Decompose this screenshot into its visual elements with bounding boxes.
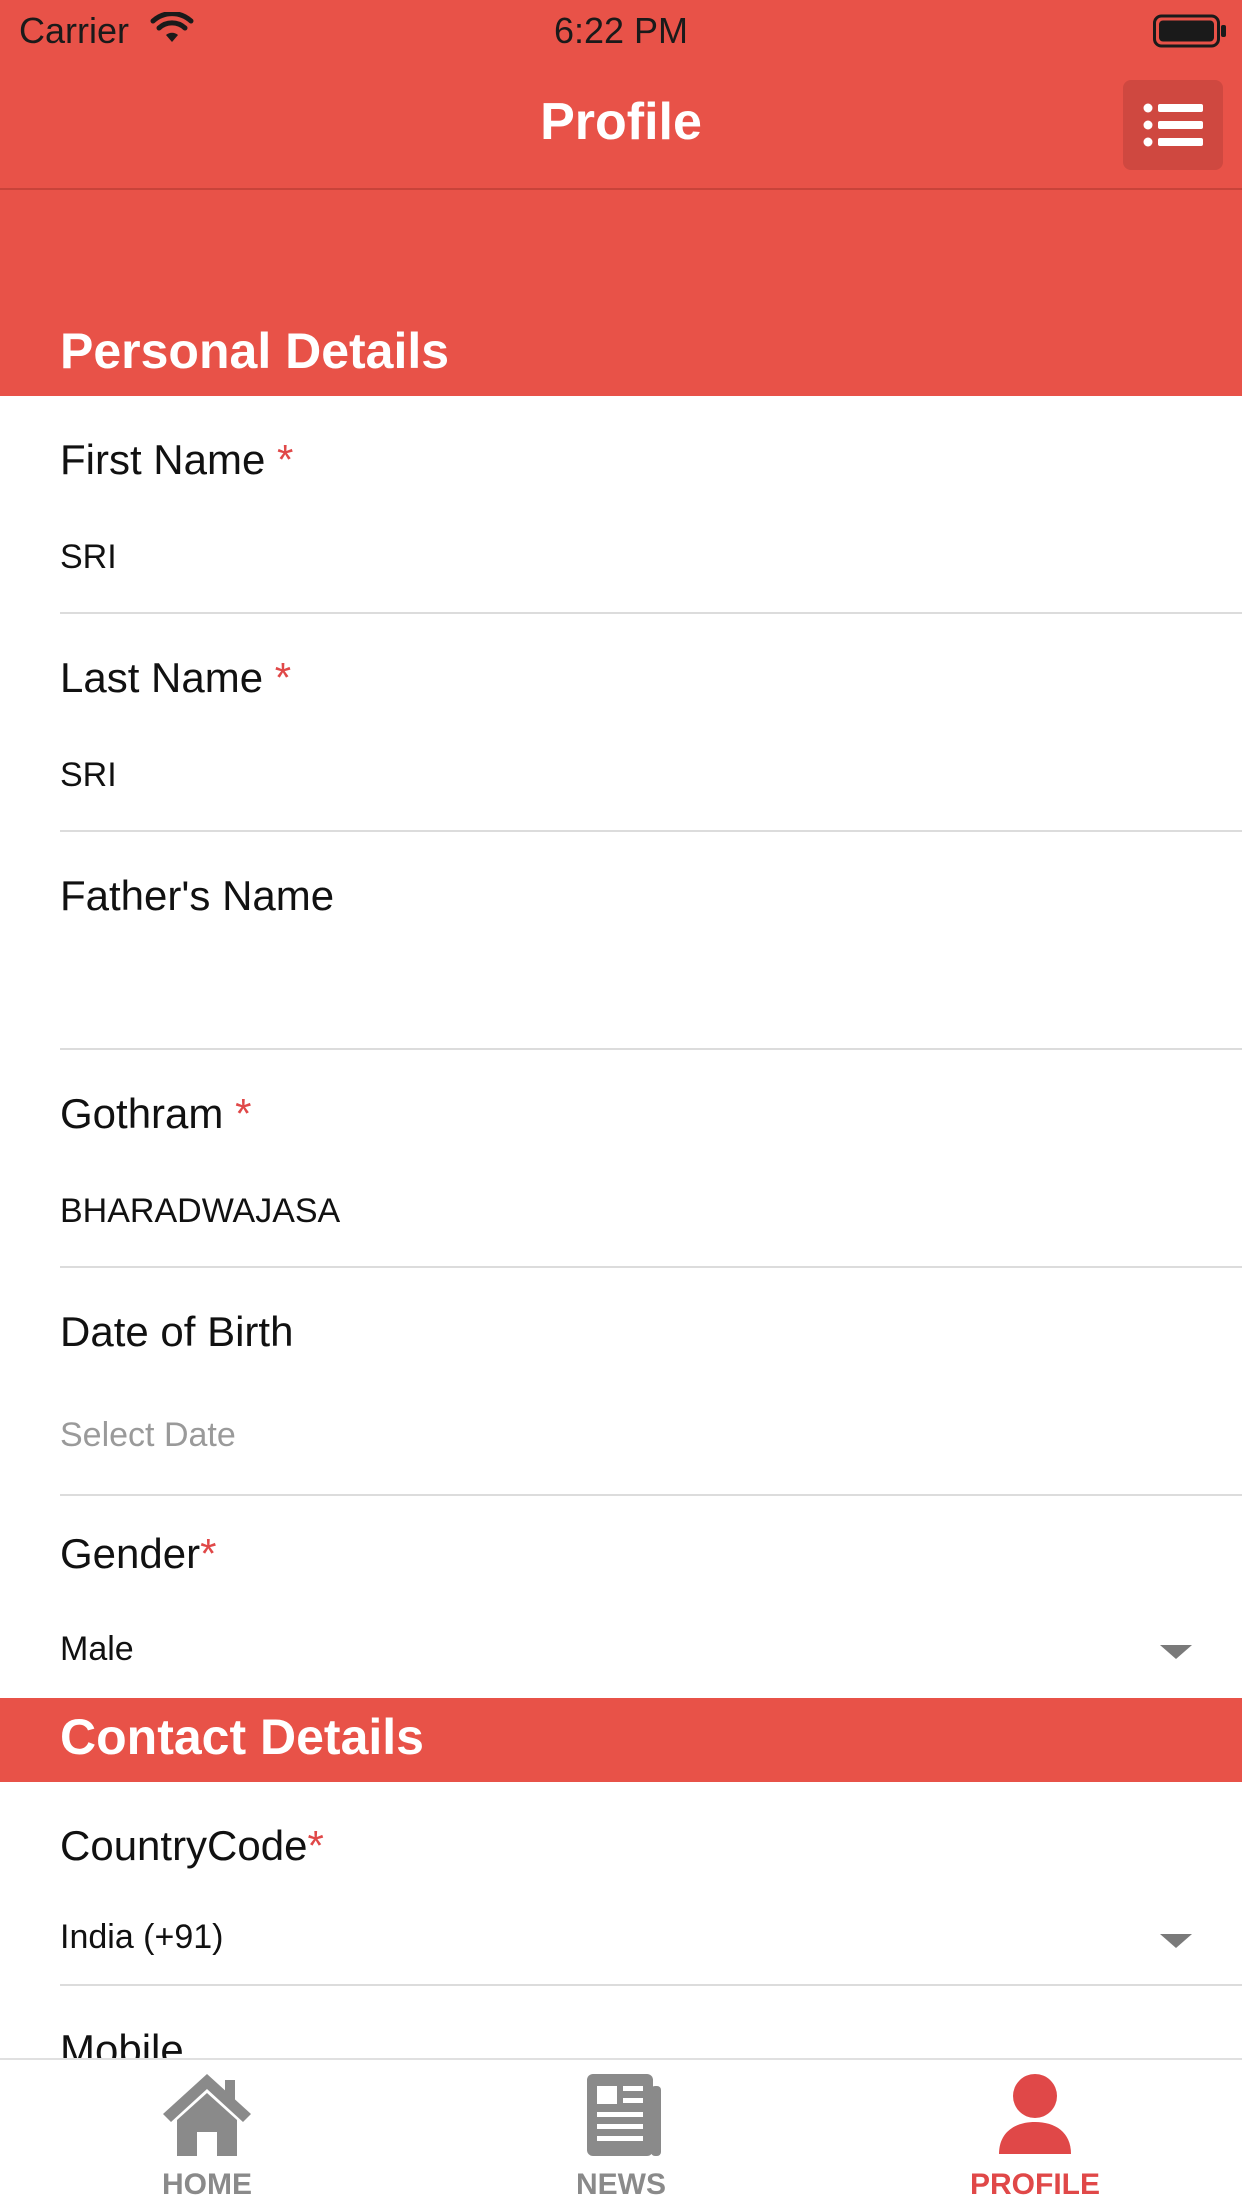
status-time: 6:22 PM — [553, 10, 689, 51]
last-name-input[interactable]: SRI — [60, 756, 117, 795]
country-code-field[interactable]: CountryCode* India (+91) — [60, 1782, 1242, 1986]
tab-profile[interactable]: PROFILE — [828, 2060, 1242, 2208]
first-name-input[interactable]: SRI — [60, 538, 117, 577]
gothram-field[interactable]: Gothram * BHARADWAJASA — [60, 1050, 1242, 1268]
list-icon — [1143, 103, 1203, 147]
gender-field[interactable]: Gender* Male — [60, 1498, 1242, 1698]
required-marker: * — [274, 654, 292, 701]
fathers-name-field[interactable]: Father's Name — [60, 832, 1242, 1050]
dob-field[interactable]: Date of Birth Select Date — [60, 1268, 1242, 1498]
tab-profile-label: PROFILE — [969, 2168, 1100, 2201]
gothram-label: Gothram * — [60, 1090, 252, 1137]
tab-home[interactable]: HOME — [0, 2060, 414, 2208]
contact-details-header: Contact Details — [0, 1698, 1242, 1782]
required-marker: * — [307, 1822, 324, 1869]
gender-select[interactable]: Male — [60, 1630, 134, 1669]
first-name-field[interactable]: First Name * SRI — [60, 396, 1242, 614]
fathers-name-label: Father's Name — [60, 872, 335, 919]
menu-button[interactable] — [1123, 80, 1223, 170]
personal-details-header: Personal Details — [0, 190, 1242, 396]
status-bar: Carrier 6:22 PM — [0, 0, 1242, 62]
tab-bar: HOME NEWS PROFILE — [0, 2058, 1242, 2208]
field-divider — [60, 1494, 1242, 1496]
chevron-down-icon[interactable] — [1160, 1645, 1192, 1659]
last-name-field[interactable]: Last Name * SRI — [60, 614, 1242, 832]
mobile-label: Mobile — [60, 2026, 184, 2058]
tab-news-label: NEWS — [576, 2168, 666, 2201]
gothram-input[interactable]: BHARADWAJASA — [60, 1192, 340, 1231]
section-title-personal: Personal Details — [60, 323, 450, 379]
mobile-field[interactable]: Mobile — [60, 1986, 1242, 2058]
country-code-label: CountryCode* — [60, 1822, 324, 1869]
required-marker: * — [277, 436, 294, 483]
first-name-label: First Name * — [60, 436, 294, 483]
last-name-label: Last Name * — [60, 654, 292, 701]
nav-bar: Profile — [0, 62, 1242, 190]
dob-select-date[interactable]: Select Date — [60, 1416, 236, 1455]
required-marker: * — [235, 1090, 252, 1137]
chevron-down-icon[interactable] — [1160, 1934, 1192, 1948]
battery-icon — [1153, 14, 1226, 48]
tab-home-label: HOME — [162, 2168, 252, 2201]
page-title: Profile — [540, 93, 702, 151]
section-title-contact: Contact Details — [60, 1709, 424, 1765]
profile-icon — [999, 2074, 1071, 2154]
gender-label: Gender* — [60, 1530, 217, 1577]
required-marker: * — [200, 1530, 217, 1577]
home-icon — [163, 2074, 251, 2156]
tab-news[interactable]: NEWS — [414, 2060, 828, 2208]
news-icon — [587, 2074, 661, 2156]
country-code-select[interactable]: India (+91) — [60, 1918, 224, 1957]
dob-label: Date of Birth — [60, 1308, 294, 1355]
